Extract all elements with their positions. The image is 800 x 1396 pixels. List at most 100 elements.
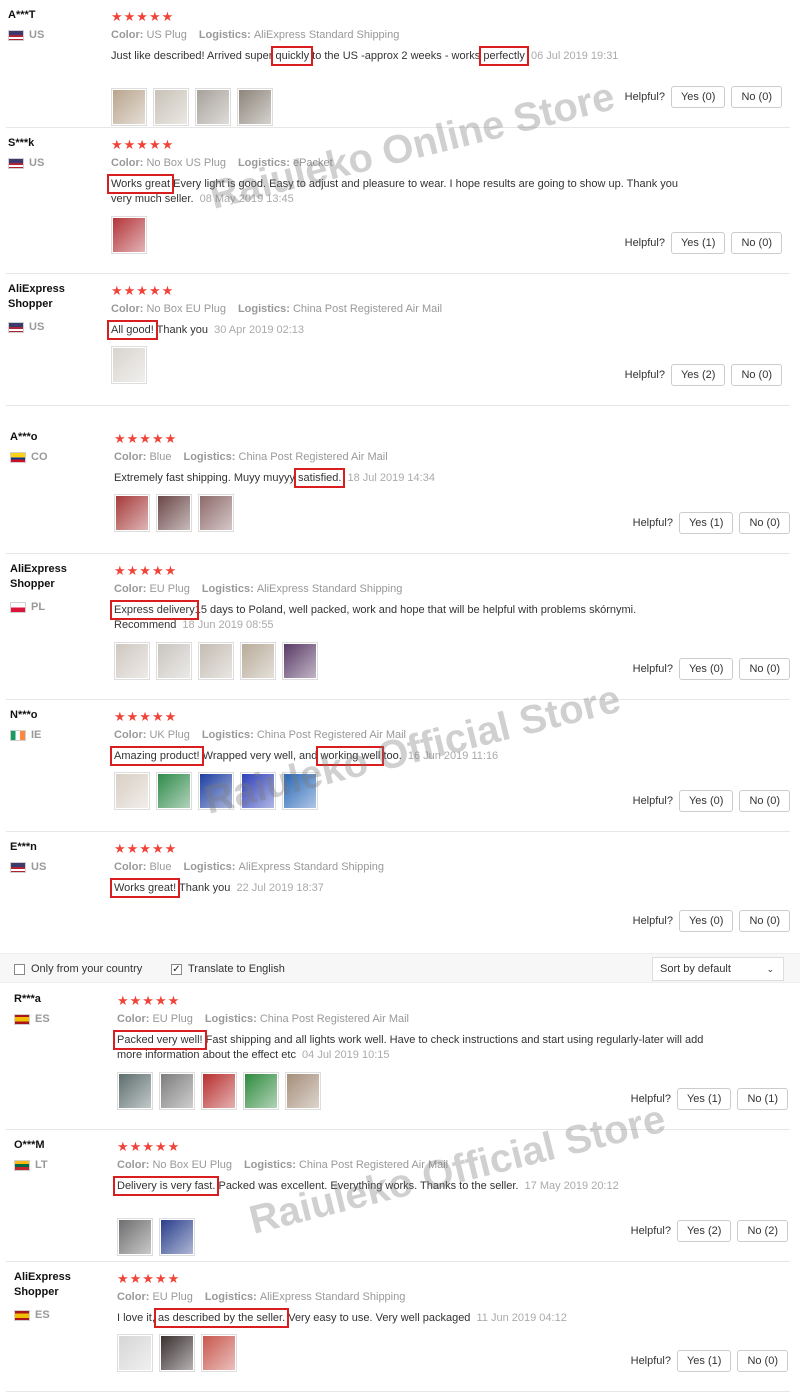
review-photo-thumbnail[interactable] <box>111 88 147 126</box>
translate-checkbox[interactable]: ✓ Translate to English <box>171 963 285 975</box>
review-photos <box>117 1218 195 1256</box>
helpful-label: Helpful? <box>632 795 673 807</box>
only-country-checkbox[interactable]: Only from your country <box>14 963 142 975</box>
reviewer-country: US <box>8 157 44 169</box>
vote-yes-button[interactable]: Yes (1) <box>676 1350 732 1372</box>
review-photo-thumbnail[interactable] <box>114 772 150 810</box>
chevron-down-icon: ⌄ <box>766 964 774 974</box>
flag-pl-icon <box>10 601 26 613</box>
review-photo-thumbnail[interactable] <box>282 642 318 680</box>
star-rating: ★★★★★ <box>114 841 178 856</box>
helpful-label: Helpful? <box>624 369 665 381</box>
review-photo-thumbnail[interactable] <box>198 494 234 532</box>
vote-yes-button[interactable]: Yes (0) <box>678 790 734 812</box>
review-date: 04 Jul 2019 10:15 <box>298 1049 390 1061</box>
logistics-attribute-label: Logistics: <box>183 451 239 463</box>
review-photo-thumbnail[interactable] <box>159 1334 195 1372</box>
logistics-attribute-value: AliExpress Standard Shipping <box>256 583 403 595</box>
vote-no-button[interactable]: No (0) <box>737 1350 788 1372</box>
review-photo-thumbnail[interactable] <box>156 642 192 680</box>
review-photo-thumbnail[interactable] <box>195 88 231 126</box>
flag-ie-icon <box>10 729 26 741</box>
vote-yes-button[interactable]: Yes (0) <box>670 86 726 108</box>
review-photo-thumbnail[interactable] <box>117 1334 153 1372</box>
highlighted-phrase: Packed very well! <box>113 1030 207 1050</box>
vote-no-button[interactable]: No (0) <box>731 232 782 254</box>
review-photo-thumbnail[interactable] <box>201 1334 237 1372</box>
review-photo-thumbnail[interactable] <box>243 1072 279 1110</box>
review-text: I love it, as described by the seller. V… <box>117 1308 707 1328</box>
review-photo-thumbnail[interactable] <box>156 772 192 810</box>
vote-yes-button[interactable]: Yes (0) <box>678 910 734 932</box>
review-text-segment: Packed was excellent. Everything works. … <box>215 1180 519 1192</box>
review-photo-thumbnail[interactable] <box>159 1218 195 1256</box>
review-photos <box>111 88 273 126</box>
vote-no-button[interactable]: No (0) <box>731 364 782 386</box>
review-photo-thumbnail[interactable] <box>117 1072 153 1110</box>
helpful-label: Helpful? <box>630 1093 671 1105</box>
review-photo-thumbnail[interactable] <box>201 1072 237 1110</box>
review-photo-thumbnail[interactable] <box>153 88 189 126</box>
review-item: O***M LT ★★★★★ Color: No Box EU Plug Logisti… <box>0 1130 790 1262</box>
helpful-label: Helpful? <box>632 663 673 675</box>
color-attribute: Color: US Plug <box>111 29 187 41</box>
reviewer-name: E***n <box>10 841 37 853</box>
highlighted-phrase: satisfied. <box>293 468 346 488</box>
reviewer-country: US <box>8 321 44 333</box>
review-photo-thumbnail[interactable] <box>159 1072 195 1110</box>
vote-no-button[interactable]: No (0) <box>739 658 790 680</box>
review-attributes: Color: No Box EU Plug Logistics: China Po… <box>117 1159 460 1171</box>
vote-no-button[interactable]: No (0) <box>739 790 790 812</box>
review-date: 11 Jun 2019 04:12 <box>473 1312 567 1324</box>
review-attributes: Color: No Box EU Plug Logistics: China Po… <box>111 303 454 315</box>
vote-yes-button[interactable]: Yes (2) <box>676 1220 732 1242</box>
helpful-label: Helpful? <box>630 1225 671 1237</box>
star-rating: ★★★★★ <box>111 283 175 298</box>
vote-yes-button[interactable]: Yes (1) <box>670 232 726 254</box>
review-photo-thumbnail[interactable] <box>198 772 234 810</box>
vote-yes-button[interactable]: Yes (0) <box>678 658 734 680</box>
vote-no-button[interactable]: No (0) <box>731 86 782 108</box>
review-date: 16 Jun 2019 11:16 <box>404 750 499 762</box>
country-code: ES <box>35 1309 50 1321</box>
review-photo-thumbnail[interactable] <box>285 1072 321 1110</box>
review-item: AliExpress Shopper US ★★★★★ Color: No Box E… <box>0 274 790 406</box>
review-item: E***n US ★★★★★ Color: Blue Logistics: AliExp… <box>0 832 790 952</box>
review-photo-thumbnail[interactable] <box>240 642 276 680</box>
logistics-attribute: Logistics: China Post Registered Air Mai… <box>183 451 387 463</box>
country-code: CO <box>31 451 48 463</box>
vote-no-button[interactable]: No (0) <box>739 910 790 932</box>
logistics-attribute: Logistics: AliExpress Standard Shipping <box>202 583 403 595</box>
review-photo-thumbnail[interactable] <box>282 772 318 810</box>
review-photo-thumbnail[interactable] <box>156 494 192 532</box>
review-photos <box>114 772 318 810</box>
vote-no-button[interactable]: No (1) <box>737 1088 788 1110</box>
logistics-attribute: Logistics: AliExpress Standard Shipping <box>199 29 400 41</box>
color-attribute-label: Color: <box>111 303 147 315</box>
color-attribute-label: Color: <box>114 451 150 463</box>
review-photo-thumbnail[interactable] <box>240 772 276 810</box>
review-date: 18 Jul 2019 14:34 <box>344 472 435 484</box>
review-item: AliExpress Shopper ES ★★★★★ Color: EU Plug L… <box>0 1262 790 1392</box>
vote-no-button[interactable]: No (2) <box>737 1220 788 1242</box>
review-attributes: Color: No Box US Plug Logistics: ePacket <box>111 157 345 169</box>
star-rating: ★★★★★ <box>114 431 178 446</box>
vote-no-button[interactable]: No (0) <box>739 512 790 534</box>
review-photo-thumbnail[interactable] <box>237 88 273 126</box>
review-attributes: Color: UK Plug Logistics: China Post Regi… <box>114 729 418 741</box>
logistics-attribute-label: Logistics: <box>201 729 257 741</box>
review-photo-thumbnail[interactable] <box>114 494 150 532</box>
review-photo-thumbnail[interactable] <box>117 1218 153 1256</box>
logistics-attribute: Logistics: China Post Registered Air Mai… <box>205 1013 409 1025</box>
review-photo-thumbnail[interactable] <box>198 642 234 680</box>
star-rating: ★★★★★ <box>114 563 178 578</box>
vote-yes-button[interactable]: Yes (2) <box>670 364 726 386</box>
review-photo-thumbnail[interactable] <box>111 216 147 254</box>
vote-yes-button[interactable]: Yes (1) <box>678 512 734 534</box>
color-attribute-label: Color: <box>117 1159 153 1171</box>
color-attribute: Color: EU Plug <box>117 1013 193 1025</box>
vote-yes-button[interactable]: Yes (1) <box>676 1088 732 1110</box>
sort-dropdown[interactable]: Sort by default ⌄ <box>652 957 784 981</box>
review-photo-thumbnail[interactable] <box>114 642 150 680</box>
review-photo-thumbnail[interactable] <box>111 346 147 384</box>
